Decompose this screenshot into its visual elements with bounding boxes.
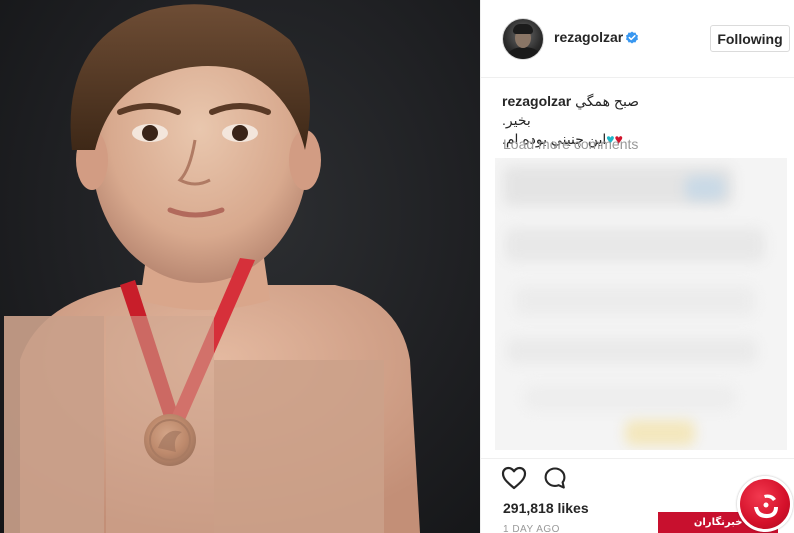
username-link[interactable]: rezagolzar — [554, 29, 623, 45]
comment-bubble-icon[interactable] — [543, 466, 567, 490]
boy-portrait-image — [4, 4, 420, 533]
post-header: rezagolzar Following — [481, 0, 794, 78]
blurred-comments-area — [495, 158, 787, 450]
heart-outline-icon[interactable] — [501, 466, 527, 490]
watermark-logo-icon — [737, 476, 793, 532]
post-side-panel: rezagolzar Following rezagolzar صبح همگي… — [481, 0, 794, 533]
load-more-comments-link[interactable]: Load more comments — [503, 136, 638, 152]
likes-count[interactable]: 291,818 likes — [503, 500, 589, 516]
avatar[interactable] — [502, 18, 544, 60]
following-button[interactable]: Following — [710, 25, 790, 52]
caption-username[interactable]: rezagolzar — [502, 93, 571, 109]
post-timestamp: 1 DAY AGO — [503, 524, 560, 533]
post-photo[interactable] — [0, 0, 480, 533]
verified-badge-icon — [626, 31, 638, 44]
